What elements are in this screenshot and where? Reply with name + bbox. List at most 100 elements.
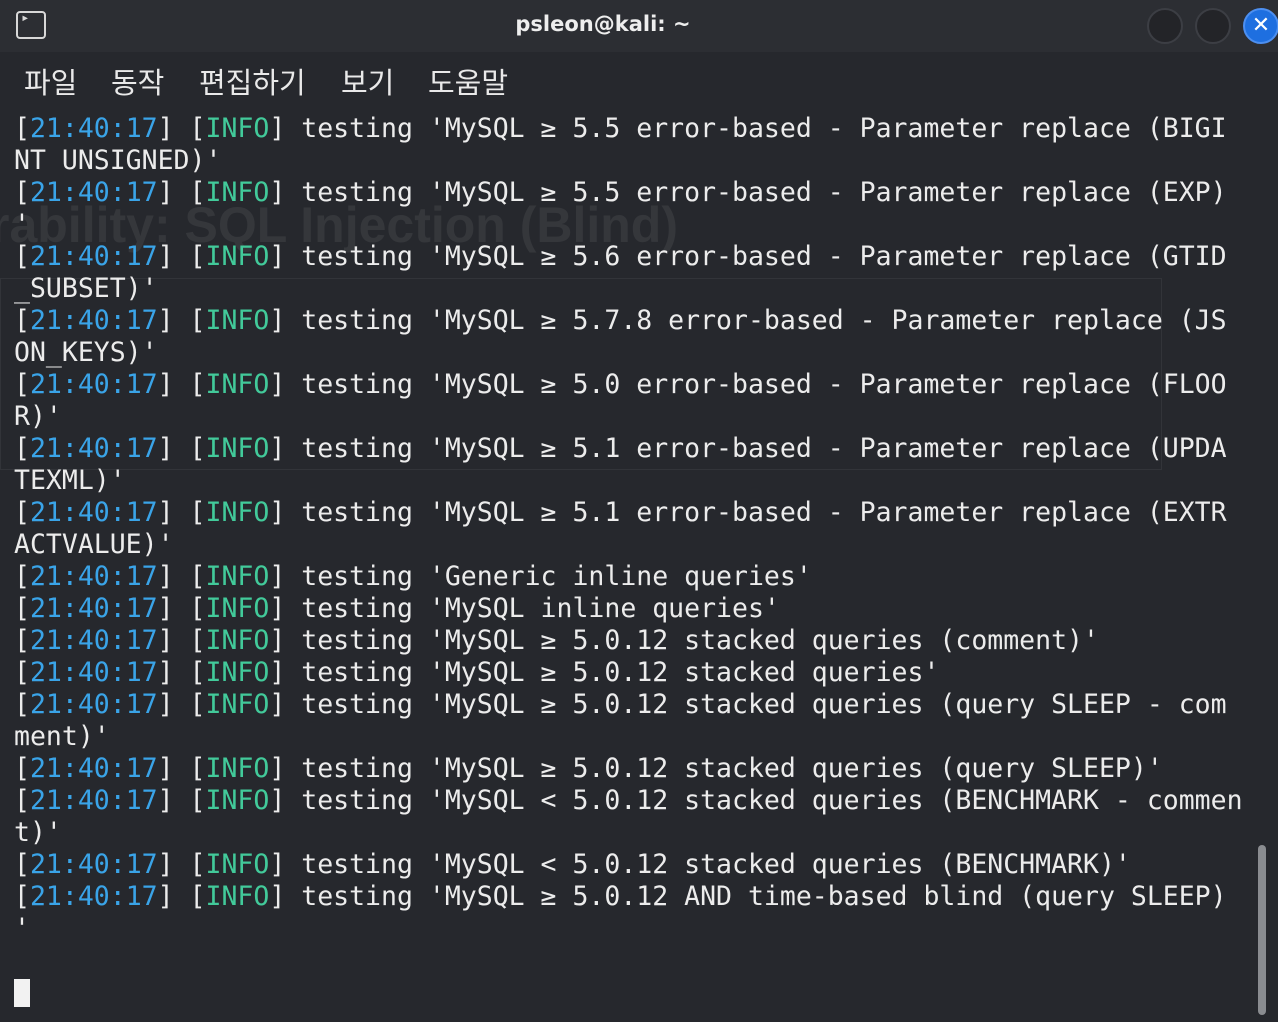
terminal-line: [21:40:17] [INFO] testing 'MySQL ≥ 5.0 e…	[14, 369, 1227, 400]
log-level: INFO	[205, 785, 270, 816]
log-message: testing 'MySQL ≥ 5.0 error-based - Param…	[285, 369, 1227, 400]
terminal-line: [21:40:17] [INFO] testing 'MySQL ≥ 5.5 e…	[14, 113, 1227, 144]
log-level: INFO	[205, 593, 270, 624]
log-timestamp: 21:40:17	[29, 177, 158, 208]
terminal-line: [21:40:17] [INFO] testing 'MySQL ≥ 5.0.1…	[14, 753, 1163, 784]
title-bar[interactable]: ▸ psleon@kali: ~ ✕	[0, 0, 1278, 52]
log-message: testing 'MySQL < 5.0.12 stacked queries …	[285, 849, 1131, 880]
text-cursor	[14, 979, 30, 1007]
log-timestamp: 21:40:17	[29, 881, 158, 912]
log-message: _SUBSET)'	[14, 273, 158, 304]
log-message: testing 'MySQL < 5.0.12 stacked queries …	[285, 785, 1243, 816]
terminal-line: t)'	[14, 817, 1254, 849]
log-timestamp: 21:40:17	[29, 305, 158, 336]
log-level: INFO	[205, 625, 270, 656]
log-level: INFO	[205, 881, 270, 912]
terminal-line: [21:40:17] [INFO] testing 'Generic inlin…	[14, 561, 812, 592]
log-level: INFO	[205, 433, 270, 464]
menu-file[interactable]: 파일	[24, 60, 77, 102]
terminal-line: [21:40:17] [INFO] testing 'MySQL ≥ 5.5 e…	[14, 177, 1227, 208]
log-message: testing 'MySQL ≥ 5.1 error-based - Param…	[285, 497, 1227, 528]
log-timestamp: 21:40:17	[29, 849, 158, 880]
log-level: INFO	[205, 241, 270, 272]
terminal-line: [21:40:17] [INFO] testing 'MySQL < 5.0.1…	[14, 849, 1131, 880]
terminal-line: [21:40:17] [INFO] testing 'MySQL ≥ 5.7.8…	[14, 305, 1227, 336]
log-message: testing 'MySQL ≥ 5.6 error-based - Param…	[285, 241, 1227, 272]
terminal-line: _SUBSET)'	[14, 273, 1254, 305]
log-message: testing 'MySQL ≥ 5.0.12 stacked queries …	[285, 625, 1099, 656]
log-timestamp: 21:40:17	[29, 369, 158, 400]
terminal-line: TEXML)'	[14, 465, 1254, 497]
terminal-line: [21:40:17] [INFO] testing 'MySQL ≥ 5.0.1…	[14, 881, 1227, 912]
log-timestamp: 21:40:17	[29, 625, 158, 656]
log-timestamp: 21:40:17	[29, 753, 158, 784]
log-message: '	[14, 913, 30, 944]
minimize-button[interactable]	[1147, 8, 1183, 44]
terminal-line: [21:40:17] [INFO] testing 'MySQL ≥ 5.0.1…	[14, 625, 1099, 656]
log-message: testing 'MySQL ≥ 5.0.12 stacked queries'	[285, 657, 940, 688]
log-level: INFO	[205, 849, 270, 880]
log-timestamp: 21:40:17	[29, 657, 158, 688]
log-timestamp: 21:40:17	[29, 785, 158, 816]
terminal-line: [21:40:17] [INFO] testing 'MySQL ≥ 5.1 e…	[14, 497, 1227, 528]
log-message: testing 'MySQL ≥ 5.0.12 stacked queries …	[285, 689, 1227, 720]
terminal-line: '	[14, 209, 1254, 241]
log-message: '	[14, 209, 30, 240]
menu-bar: 파일 동작 편집하기 보기 도움말	[0, 52, 1278, 110]
terminal-window: rability: SQL Injection (Blind) ▸ psleon…	[0, 0, 1278, 1022]
log-timestamp: 21:40:17	[29, 561, 158, 592]
log-timestamp: 21:40:17	[29, 241, 158, 272]
log-message: testing 'MySQL ≥ 5.1 error-based - Param…	[285, 433, 1227, 464]
terminal-line: [21:40:17] [INFO] testing 'MySQL ≥ 5.0.1…	[14, 657, 940, 688]
log-timestamp: 21:40:17	[29, 689, 158, 720]
terminal-line: [21:40:17] [INFO] testing 'MySQL < 5.0.1…	[14, 785, 1243, 816]
close-icon: ✕	[1251, 13, 1271, 38]
log-level: INFO	[205, 305, 270, 336]
log-level: INFO	[205, 689, 270, 720]
log-message: testing 'MySQL ≥ 5.5 error-based - Param…	[285, 113, 1227, 144]
terminal-line: [21:40:17] [INFO] testing 'MySQL ≥ 5.1 e…	[14, 433, 1227, 464]
log-message: testing 'Generic inline queries'	[285, 561, 812, 592]
log-level: INFO	[205, 753, 270, 784]
terminal-line: [21:40:17] [INFO] testing 'MySQL ≥ 5.0.1…	[14, 689, 1227, 720]
terminal-line: ON_KEYS)'	[14, 337, 1254, 369]
close-button[interactable]: ✕	[1243, 8, 1278, 44]
log-timestamp: 21:40:17	[29, 593, 158, 624]
log-message: ACTVALUE)'	[14, 529, 174, 560]
log-message: t)'	[14, 817, 62, 848]
terminal-line: NT UNSIGNED)'	[14, 145, 1254, 177]
log-message: TEXML)'	[14, 465, 126, 496]
menu-view[interactable]: 보기	[341, 60, 394, 102]
log-message: testing 'MySQL ≥ 5.5 error-based - Param…	[285, 177, 1227, 208]
scrollbar[interactable]	[1258, 845, 1266, 1015]
menu-help[interactable]: 도움말	[428, 60, 508, 102]
prompt-line[interactable]	[14, 977, 1254, 1009]
log-level: INFO	[205, 177, 270, 208]
terminal-output[interactable]: [21:40:17] [INFO] testing 'MySQL ≥ 5.5 e…	[14, 113, 1254, 1013]
log-message: NT UNSIGNED)'	[14, 145, 222, 176]
menu-action[interactable]: 동작	[111, 60, 164, 102]
terminal-line: R)'	[14, 401, 1254, 433]
terminal-line: ment)'	[14, 721, 1254, 753]
log-message: testing 'MySQL ≥ 5.7.8 error-based - Par…	[285, 305, 1227, 336]
log-message: testing 'MySQL inline queries'	[285, 593, 780, 624]
log-level: INFO	[205, 497, 270, 528]
log-message: ment)'	[14, 721, 110, 752]
log-message: testing 'MySQL ≥ 5.0.12 stacked queries …	[285, 753, 1163, 784]
terminal-line: [21:40:17] [INFO] testing 'MySQL ≥ 5.6 e…	[14, 241, 1227, 272]
log-message: ON_KEYS)'	[14, 337, 158, 368]
menu-edit[interactable]: 편집하기	[199, 60, 306, 102]
log-level: INFO	[205, 657, 270, 688]
maximize-button[interactable]	[1195, 8, 1231, 44]
terminal-line: '	[14, 913, 1254, 945]
window-title: psleon@kali: ~	[515, 12, 691, 36]
terminal-line: ACTVALUE)'	[14, 529, 1254, 561]
log-timestamp: 21:40:17	[29, 433, 158, 464]
log-message: R)'	[14, 401, 62, 432]
terminal-line: [21:40:17] [INFO] testing 'MySQL inline …	[14, 593, 780, 624]
log-timestamp: 21:40:17	[29, 497, 158, 528]
log-timestamp: 21:40:17	[29, 113, 158, 144]
log-level: INFO	[205, 561, 270, 592]
log-level: INFO	[205, 369, 270, 400]
log-message: testing 'MySQL ≥ 5.0.12 AND time-based b…	[285, 881, 1227, 912]
